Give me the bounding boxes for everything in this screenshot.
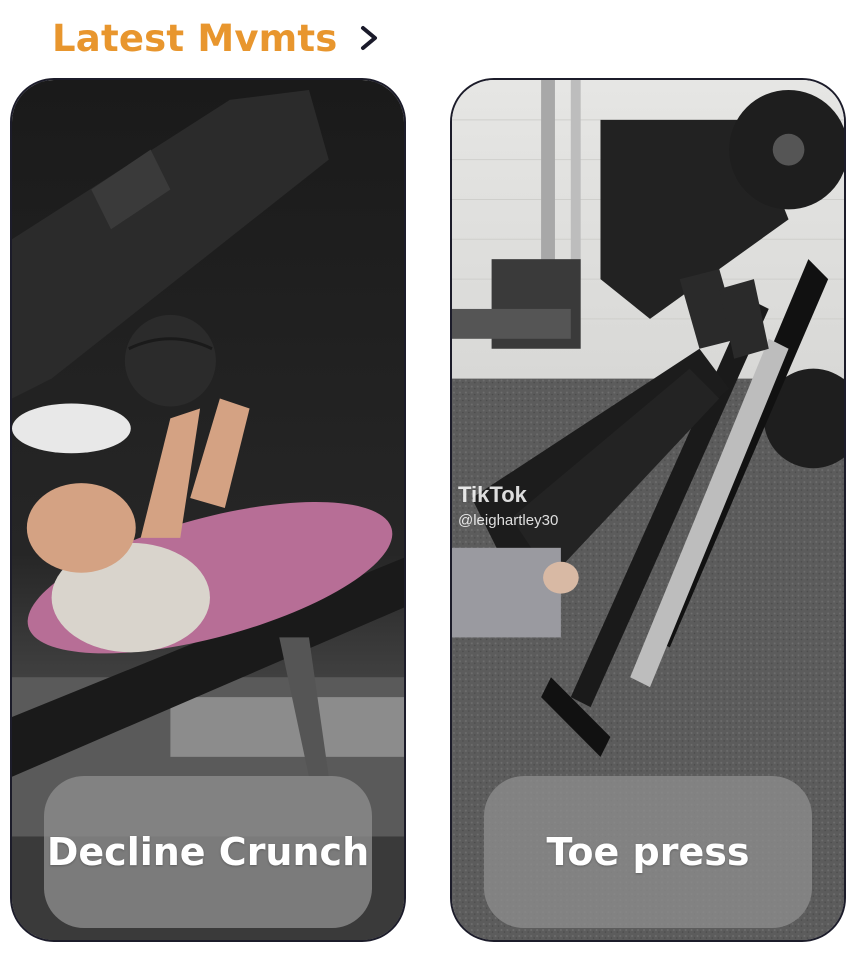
watermark-brand: TikTok [458,482,527,507]
section-header-link[interactable]: Latest Mvmts [52,12,378,64]
movement-card-decline-crunch[interactable]: Decline Crunch [10,78,406,942]
movement-card-toe-press[interactable]: TikTok @leighartley30 Toe press [450,78,846,942]
chevron-right-icon [360,25,378,51]
watermark-handle: @leighartley30 [458,512,559,529]
movement-label-pill: Toe press [484,776,812,928]
tiktok-watermark: TikTok @leighartley30 [458,482,558,529]
movement-label-pill: Decline Crunch [44,776,372,928]
section-title: Latest Mvmts [52,16,338,60]
movement-name: Decline Crunch [46,830,370,874]
movement-name: Toe press [546,830,750,874]
